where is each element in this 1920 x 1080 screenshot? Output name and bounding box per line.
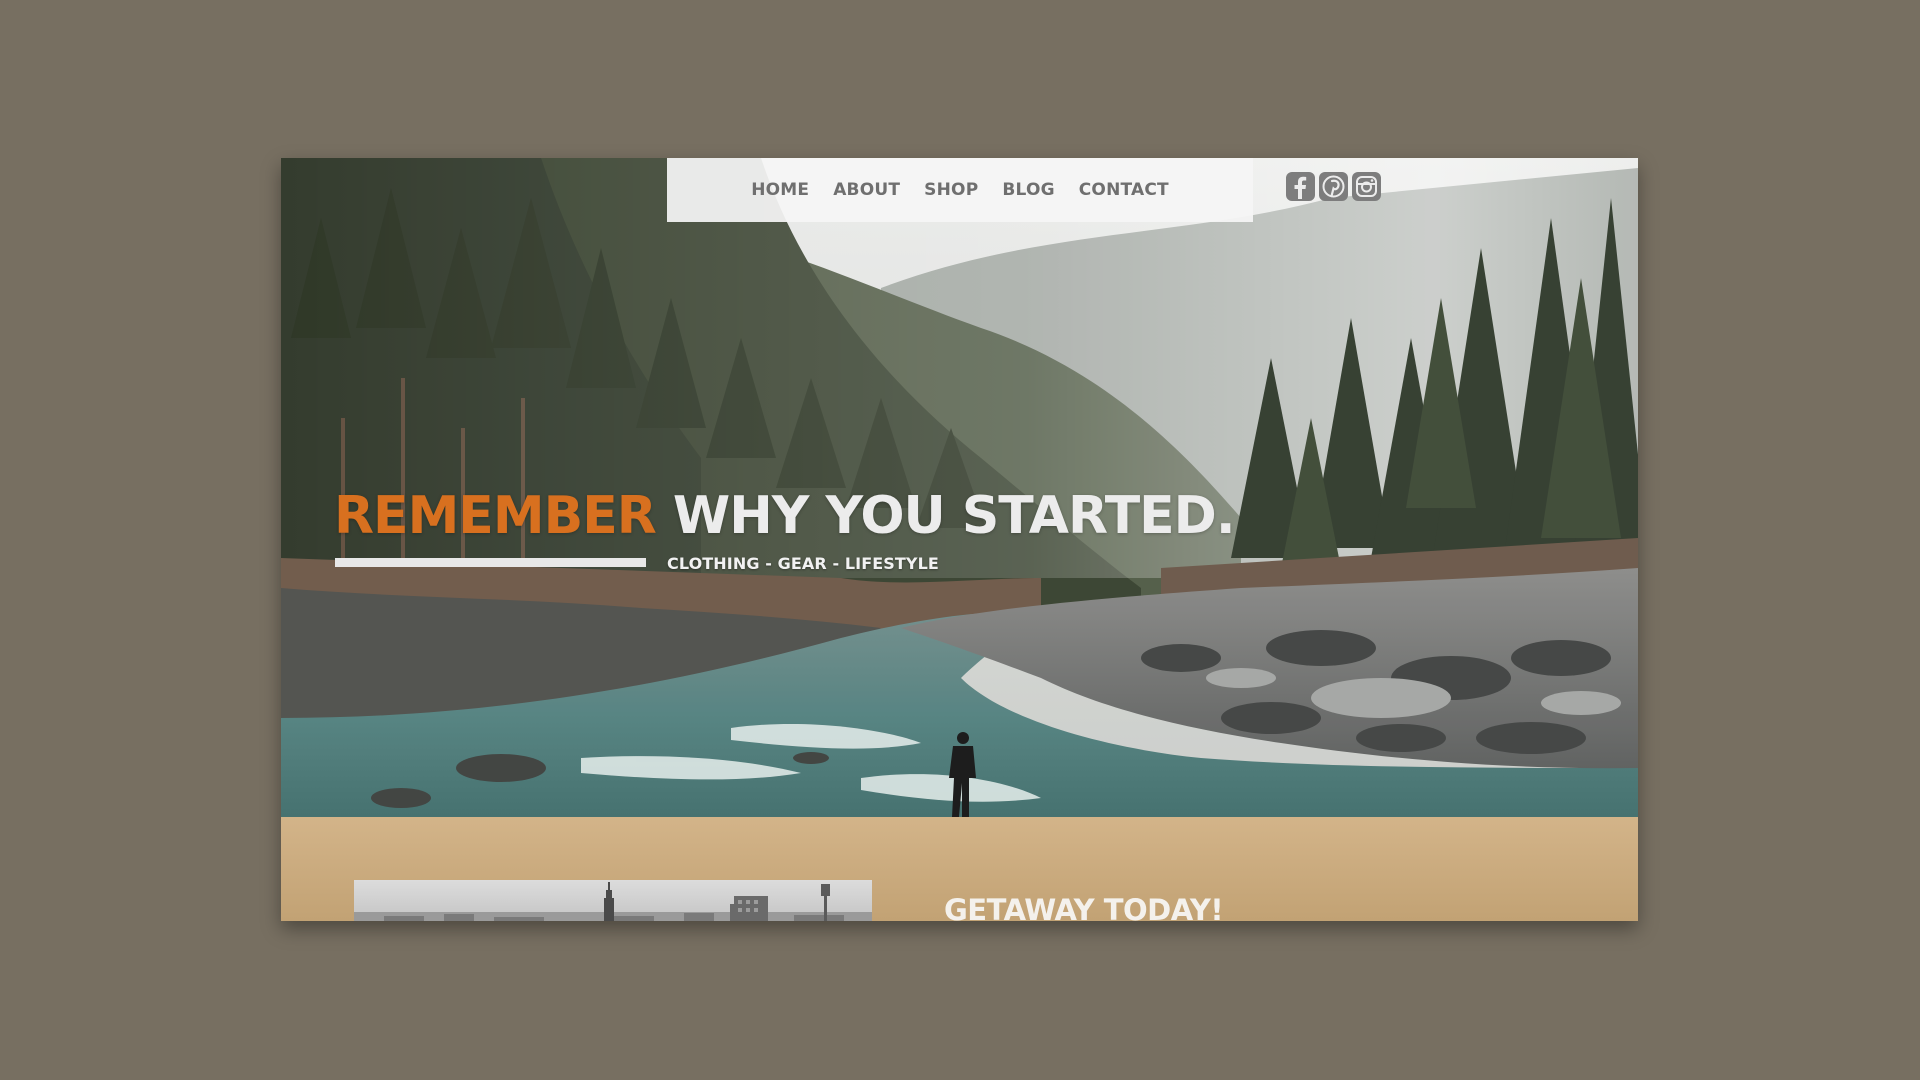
nav-blog-link[interactable]: BLOG	[1002, 180, 1054, 200]
nav-contact-link[interactable]: CONTACT	[1079, 180, 1169, 200]
main-navigation: HOME ABOUT SHOP BLOG CONTACT	[667, 158, 1253, 222]
pinterest-icon[interactable]	[1319, 172, 1348, 201]
headline-accent-text: REMEMBER	[334, 486, 657, 546]
presentation-backdrop: HOME ABOUT SHOP BLOG CONTACT REMEMBER WH…	[0, 0, 1920, 1080]
facebook-icon[interactable]	[1286, 172, 1315, 201]
nav-home-link[interactable]: HOME	[751, 180, 809, 200]
nav-about-link[interactable]: ABOUT	[833, 180, 900, 200]
city-skyline-image	[354, 880, 872, 921]
hero-section: HOME ABOUT SHOP BLOG CONTACT REMEMBER WH…	[281, 158, 1638, 817]
instagram-icon[interactable]	[1352, 172, 1381, 201]
getaway-section: GETAWAY TODAY!	[281, 817, 1638, 921]
getaway-heading: GETAWAY TODAY!	[944, 893, 1224, 921]
headline-underline	[335, 558, 646, 567]
social-links	[1286, 172, 1381, 201]
website-mockup: HOME ABOUT SHOP BLOG CONTACT REMEMBER WH…	[281, 158, 1638, 921]
hero-headline: REMEMBER WHY YOU STARTED.	[334, 490, 1236, 542]
headline-main-text: WHY YOU STARTED.	[672, 486, 1236, 546]
nav-shop-link[interactable]: SHOP	[924, 180, 978, 200]
hero-tagline: CLOTHING - GEAR - LIFESTYLE	[667, 554, 939, 573]
